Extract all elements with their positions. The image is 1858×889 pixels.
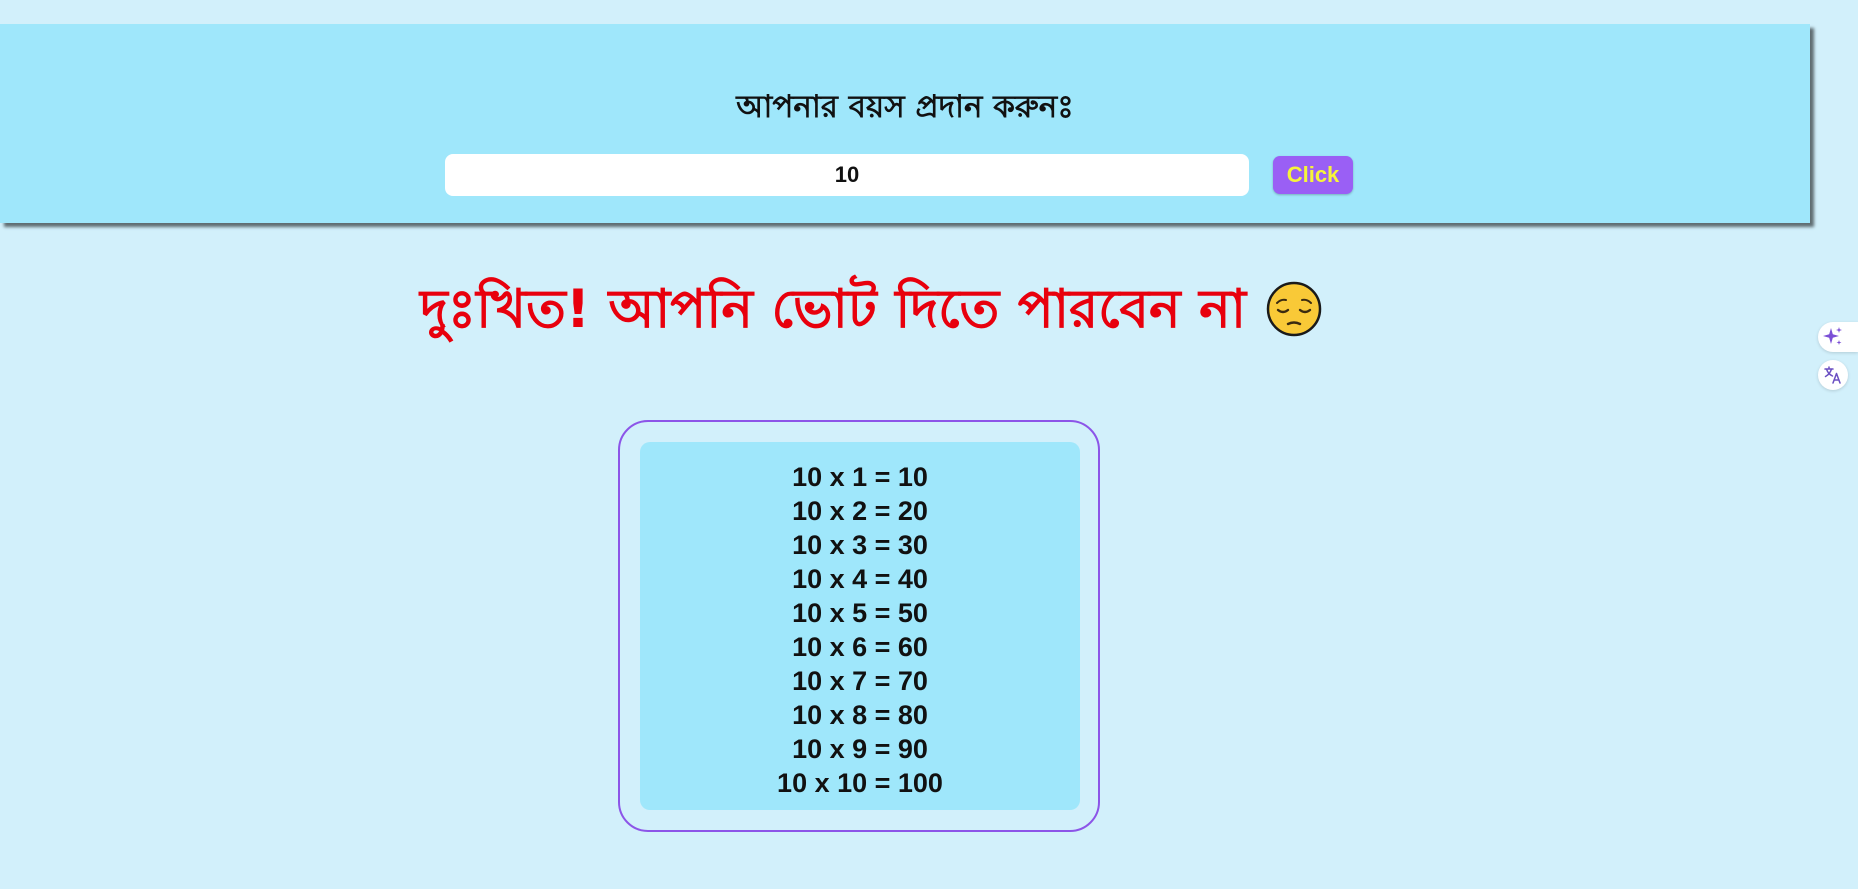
click-button[interactable]: Click [1273,156,1353,194]
pensive-face-icon [1266,281,1322,337]
table-row: 10 x 9 = 90 [792,734,928,764]
table-row: 10 x 3 = 30 [792,530,928,560]
sparkle-icon[interactable] [1818,322,1858,352]
table-row: 10 x 4 = 40 [792,564,928,594]
multiplication-table-frame: 10 x 1 = 10 10 x 2 = 20 10 x 3 = 30 10 x… [618,420,1100,832]
table-row: 10 x 7 = 70 [792,666,928,696]
age-input[interactable] [445,154,1249,196]
table-row: 10 x 8 = 80 [792,700,928,730]
result-text: দুঃখিত! আপনি ভোট দিতে পারবেন না [420,278,1247,340]
table-row: 10 x 10 = 100 [777,768,943,798]
result-message: দুঃখিত! আপনি ভোট দিতে পারবেন না [420,276,1322,342]
table-row: 10 x 1 = 10 [792,462,928,492]
table-row: 10 x 2 = 20 [792,496,928,526]
table-row: 10 x 6 = 60 [792,632,928,662]
table-row: 10 x 5 = 50 [792,598,928,628]
translate-icon[interactable] [1818,360,1848,390]
age-label: আপনার বয়স প্রদান করুনঃ [736,89,1074,125]
age-form-panel: আপনার বয়স প্রদান করুনঃ Click [0,24,1810,223]
multiplication-table: 10 x 1 = 10 10 x 2 = 20 10 x 3 = 30 10 x… [640,442,1080,810]
